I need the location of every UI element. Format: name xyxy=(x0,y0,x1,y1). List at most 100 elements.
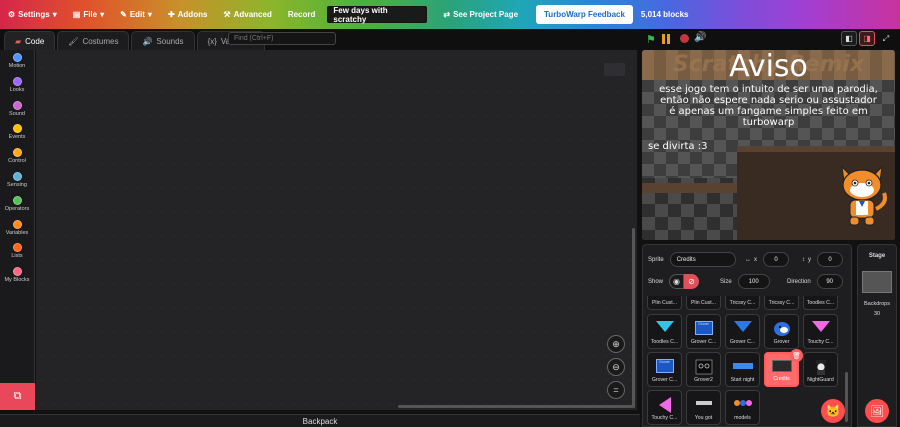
sprite-tile[interactable]: Start night xyxy=(725,352,760,387)
sprite-tile[interactable]: Grover Grover C... xyxy=(647,352,682,387)
zoom-out-button[interactable]: ⊖ xyxy=(607,358,625,376)
blue-bar-icon xyxy=(732,363,753,369)
y-input[interactable]: 0 xyxy=(817,252,843,267)
project-title-input[interactable]: Few days with scratchy xyxy=(327,6,428,24)
tab-costumes[interactable]: 🖌 Costumes xyxy=(57,31,130,50)
see-project-page-button[interactable]: ⇄ See Project Page xyxy=(435,0,526,29)
tab-sounds[interactable]: 🔊 Sounds xyxy=(131,31,195,50)
sprite-tile[interactable]: Touchy C... xyxy=(803,314,838,349)
record-label: Record xyxy=(287,10,316,19)
message-line: então não espere nada serio ou assustado… xyxy=(660,95,877,106)
sprite-name-input[interactable]: Credits xyxy=(669,252,736,267)
stop-icon[interactable] xyxy=(680,34,689,43)
sprite-tile[interactable]: Tricssy C... xyxy=(764,296,799,310)
sprite-tile[interactable]: Toodles C... xyxy=(803,296,838,310)
looks-dot-icon xyxy=(12,76,22,86)
stage-backdrop-thumbnail xyxy=(862,271,892,293)
events-dot-icon xyxy=(12,124,22,134)
delete-sprite-button[interactable]: 🗑 xyxy=(790,349,803,362)
sprite-tile-label: Toodles C... xyxy=(650,339,679,345)
show-hidden-button[interactable]: ⊘ xyxy=(684,274,700,289)
edit-menu[interactable]: ✎ Edit ▾ xyxy=(112,0,160,29)
addons-label: Addons xyxy=(177,10,208,19)
extension-icon: ⧉ xyxy=(13,390,22,402)
operators-dot-icon xyxy=(12,195,22,205)
category-my-blocks[interactable]: My Blocks xyxy=(0,264,34,288)
sprite-tile-label: Start night xyxy=(730,377,755,383)
feedback-button[interactable]: TurboWarp Feedback xyxy=(536,5,633,24)
category-control[interactable]: Control xyxy=(0,145,34,169)
zoom-reset-button[interactable]: = xyxy=(607,381,625,399)
x-input[interactable]: 0 xyxy=(763,252,789,267)
sprite-tile[interactable]: You got xyxy=(686,390,721,425)
category-events[interactable]: Events xyxy=(0,121,34,145)
grover-character-icon xyxy=(773,322,790,336)
category-variables[interactable]: Variables xyxy=(0,217,34,241)
puzzle-icon: ✚ xyxy=(167,10,175,19)
x-arrows-icon: ↔ xyxy=(745,256,751,263)
edit-label: Edit xyxy=(129,10,145,19)
add-extension-button[interactable]: ⧉ xyxy=(0,383,35,410)
small-stage-icon: ◧ xyxy=(845,34,853,43)
workspace-scrollbar-vertical[interactable] xyxy=(632,228,635,408)
sprite-tile[interactable]: Plin Cust... xyxy=(686,296,721,310)
sprite-tile[interactable]: Grover2 xyxy=(686,352,721,387)
green-flag-icon[interactable]: ⚑ xyxy=(646,33,656,46)
add-backdrop-button[interactable]: 🖼 xyxy=(865,399,889,423)
variables-dot-icon xyxy=(12,219,22,229)
category-lists[interactable]: Lists xyxy=(0,240,34,264)
stage-heading: Aviso xyxy=(729,50,808,84)
sprite-tile[interactable]: Plin Cust... xyxy=(647,296,682,310)
category-looks[interactable]: Looks xyxy=(0,74,34,98)
chevron-down-icon: ▾ xyxy=(147,10,152,19)
sprite-direction-row: Direction 90 xyxy=(787,274,843,289)
sprite-tile-label: Grover C... xyxy=(690,339,717,345)
direction-input[interactable]: 90 xyxy=(816,274,843,289)
sprite-tile[interactable]: Toodles C... xyxy=(647,314,682,349)
record-button[interactable]: Record xyxy=(280,0,324,29)
category-operators[interactable]: Operators xyxy=(0,193,34,217)
sprite-tile-label: You got xyxy=(694,415,713,421)
stage-canvas[interactable]: Scratchy Remix Aviso esse jogo tem o int… xyxy=(642,50,895,240)
category-label: Events xyxy=(8,134,26,141)
sprite-tile[interactable]: Grover Grover C... xyxy=(686,314,721,349)
fullscreen-button[interactable]: ⤢ xyxy=(878,31,894,46)
category-motion[interactable]: Motion xyxy=(0,50,34,74)
see-project-page-label: See Project Page xyxy=(453,10,519,19)
add-sprite-button[interactable]: 🐱 xyxy=(821,399,845,423)
menu-bar: ⚙ Settings ▾ ▤ File ▾ ✎ Edit ▾ ✚ Addons … xyxy=(0,0,900,29)
find-input[interactable]: Find (Ctrl+F) xyxy=(228,32,336,45)
cyan-triangle-icon xyxy=(655,321,674,332)
backpack-bar[interactable]: Backpack xyxy=(0,414,640,427)
addons-button[interactable]: ✚ Addons xyxy=(160,0,215,29)
file-menu[interactable]: ▤ File ▾ xyxy=(65,0,112,29)
stage-message: esse jogo tem o intuito de ser uma parod… xyxy=(642,84,895,128)
tab-code[interactable]: ▰ Code xyxy=(4,31,56,50)
category-label: Variables xyxy=(5,229,29,236)
zoom-in-button[interactable]: ⊕ xyxy=(607,335,625,353)
sprite-tile[interactable]: Grover C... xyxy=(725,314,760,349)
speaker-icon[interactable]: 🔊 xyxy=(694,32,706,43)
sprite-tile[interactable]: NightGuard xyxy=(803,352,838,387)
pause-icon[interactable] xyxy=(662,34,672,44)
category-label: Lists xyxy=(11,253,23,260)
sprite-tile[interactable]: models xyxy=(725,390,760,425)
settings-menu[interactable]: ⚙ Settings ▾ xyxy=(0,0,65,29)
sprite-tile-label: Plin Cust... xyxy=(651,300,678,306)
small-text-icon xyxy=(695,401,712,405)
normal-stage-button[interactable]: ◨ xyxy=(859,31,875,46)
size-input[interactable]: 100 xyxy=(737,274,770,289)
category-sound[interactable]: Sound xyxy=(0,98,34,122)
sprite-tile[interactable]: Grover xyxy=(764,314,799,349)
sprite-tile[interactable]: Tricssy C... xyxy=(725,296,760,310)
category-label: Sensing xyxy=(7,181,27,188)
advanced-menu[interactable]: ⚒ Advanced xyxy=(215,0,279,29)
small-stage-button[interactable]: ◧ xyxy=(841,31,857,46)
workspace-scrollbar-horizontal[interactable] xyxy=(398,405,633,408)
zoom-in-icon: ⊕ xyxy=(612,338,620,349)
sprite-list-scrollbar[interactable] xyxy=(845,372,848,422)
script-workspace[interactable] xyxy=(36,50,637,410)
show-visible-button[interactable]: ◉ xyxy=(669,274,685,289)
sprite-tile[interactable]: Touchy C... xyxy=(647,390,682,425)
category-sensing[interactable]: Sensing xyxy=(0,169,34,193)
